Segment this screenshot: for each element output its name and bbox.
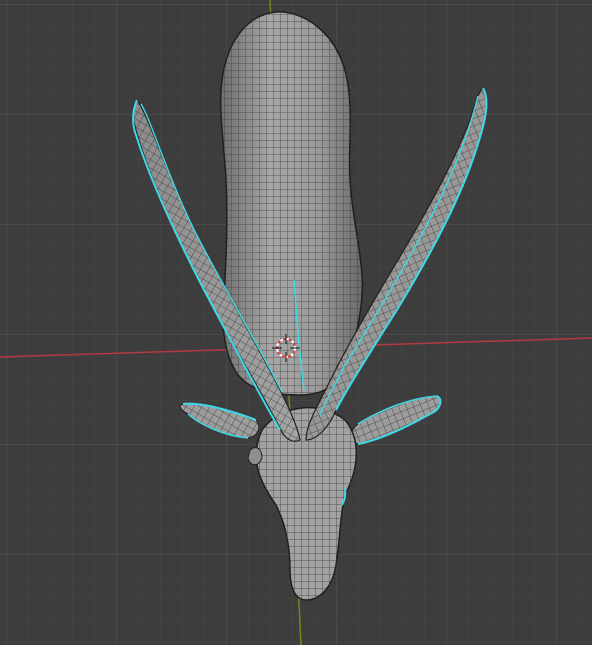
3d-viewport[interactable] [0, 0, 592, 645]
